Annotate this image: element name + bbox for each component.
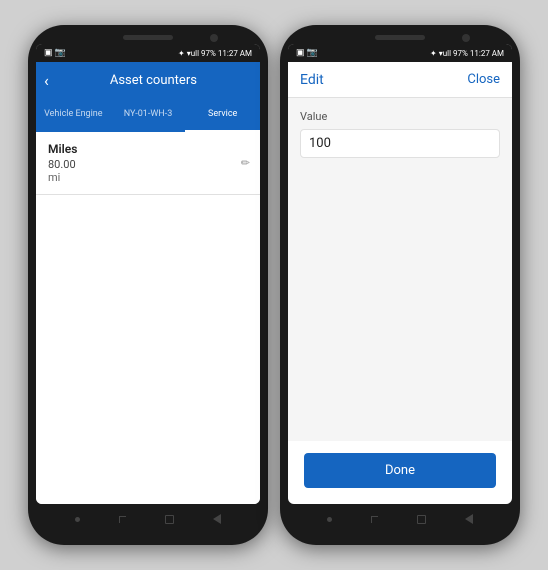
phone-bottom-2 bbox=[288, 508, 512, 530]
phone-top-2 bbox=[288, 35, 512, 40]
status-right-1: ✦ ▾ull 97% 11:27 AM bbox=[178, 49, 252, 58]
home-button-2[interactable] bbox=[417, 515, 426, 524]
counter-item-miles: Miles 80.00 mi ✏ bbox=[36, 132, 260, 195]
signal-icon-2: ▾ull bbox=[439, 49, 451, 58]
screen-2: ▣ 📷 ✦ ▾ull 97% 11:27 AM Edit Close Value… bbox=[288, 44, 512, 504]
speaker-1 bbox=[123, 35, 173, 40]
counter-label: Miles bbox=[48, 142, 248, 156]
status-left-2: ▣ 📷 bbox=[296, 48, 318, 58]
status-bar-2: ▣ 📷 ✦ ▾ull 97% 11:27 AM bbox=[288, 44, 512, 62]
phone-bottom-1 bbox=[36, 508, 260, 530]
recent-apps-button-2[interactable] bbox=[327, 517, 332, 522]
close-button[interactable]: Close bbox=[467, 72, 500, 87]
camera-1 bbox=[210, 34, 218, 42]
recents-icon[interactable] bbox=[119, 516, 126, 523]
phone-2: ▣ 📷 ✦ ▾ull 97% 11:27 AM Edit Close Value… bbox=[280, 25, 520, 545]
status-bar-1: ▣ 📷 ✦ ▾ull 97% 11:27 AM bbox=[36, 44, 260, 62]
bluetooth-icon: ✦ bbox=[178, 49, 185, 58]
done-button[interactable]: Done bbox=[304, 453, 496, 488]
tab-ny-01-wh-3[interactable]: NY-01-WH-3 bbox=[111, 98, 186, 132]
status-icons-2: ▣ 📷 bbox=[296, 48, 318, 58]
value-field-label: Value bbox=[300, 110, 500, 123]
battery-percent-2: 97% bbox=[453, 49, 468, 58]
phone-top-1 bbox=[36, 35, 260, 40]
back-nav-button-2[interactable] bbox=[465, 514, 473, 524]
battery-percent-1: 97% bbox=[201, 49, 216, 58]
edit-pencil-icon[interactable]: ✏ bbox=[241, 157, 250, 170]
status-left-1: ▣ 📷 bbox=[44, 48, 66, 58]
back-button[interactable]: ‹ bbox=[44, 71, 49, 90]
counter-unit: mi bbox=[48, 171, 248, 184]
edit-screen-bottom: Done bbox=[288, 441, 512, 504]
counter-value: 80.00 bbox=[48, 158, 248, 171]
tab-bar: Vehicle Engine NY-01-WH-3 Service bbox=[36, 98, 260, 132]
screen-1: ▣ 📷 ✦ ▾ull 97% 11:27 AM ‹ Asset counters… bbox=[36, 44, 260, 504]
bluetooth-icon-2: ✦ bbox=[430, 49, 437, 58]
status-right-2: ✦ ▾ull 97% 11:27 AM bbox=[430, 49, 504, 58]
nav-bar-1: ‹ Asset counters bbox=[36, 62, 260, 98]
phone-1: ▣ 📷 ✦ ▾ull 97% 11:27 AM ‹ Asset counters… bbox=[28, 25, 268, 545]
page-title: Asset counters bbox=[55, 73, 252, 88]
tab-service[interactable]: Service bbox=[185, 98, 260, 132]
edit-header: Edit Close bbox=[288, 62, 512, 98]
back-nav-button[interactable] bbox=[213, 514, 221, 524]
camera-2 bbox=[462, 34, 470, 42]
value-input[interactable]: 100 bbox=[300, 129, 500, 158]
content-area-1: Miles 80.00 mi ✏ bbox=[36, 132, 260, 504]
edit-content: Value 100 bbox=[288, 98, 512, 441]
speaker-2 bbox=[375, 35, 425, 40]
edit-title: Edit bbox=[300, 72, 324, 88]
time-1: 11:27 AM bbox=[218, 49, 252, 58]
status-icons-1: ▣ 📷 bbox=[44, 48, 66, 58]
time-2: 11:27 AM bbox=[470, 49, 504, 58]
home-button[interactable] bbox=[165, 515, 174, 524]
recent-apps-button[interactable] bbox=[75, 517, 80, 522]
tab-vehicle-engine[interactable]: Vehicle Engine bbox=[36, 98, 111, 132]
signal-icon: ▾ull bbox=[187, 49, 199, 58]
recents-icon-2[interactable] bbox=[371, 516, 378, 523]
